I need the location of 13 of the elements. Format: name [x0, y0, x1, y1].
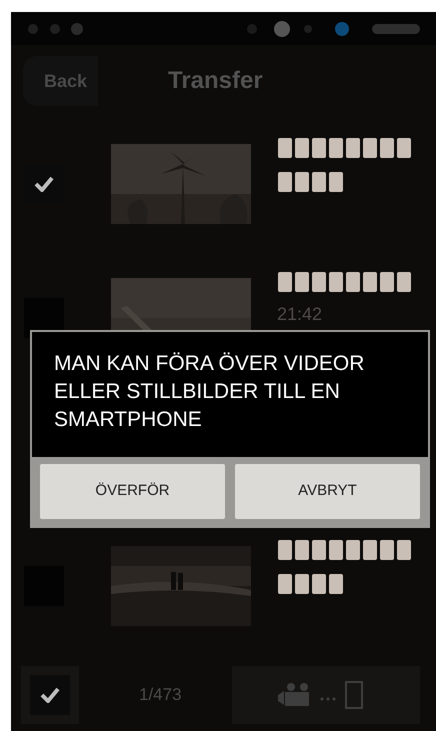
select-all-button[interactable] [21, 666, 79, 724]
screen-title: Transfer [168, 66, 263, 96]
check-icon [40, 687, 60, 703]
blurred-text-drawing [277, 171, 345, 193]
check-icon [34, 176, 54, 192]
dialog-button[interactable]: ÖVERFÖR [40, 464, 225, 519]
time-text: 21:42 [277, 305, 324, 323]
blurred-text-drawing [277, 573, 345, 595]
count-text: 1/473 [139, 684, 182, 706]
status-icons-drawing [25, 20, 85, 36]
dialog-message: MAN KAN FÖRA ÖVER VIDEOR ELLER STILLBILDER TILL EN SMARTPHONE [32, 332, 428, 457]
dialog-button[interactable]: AVBRYT [235, 464, 420, 519]
checkbox[interactable] [30, 675, 70, 715]
